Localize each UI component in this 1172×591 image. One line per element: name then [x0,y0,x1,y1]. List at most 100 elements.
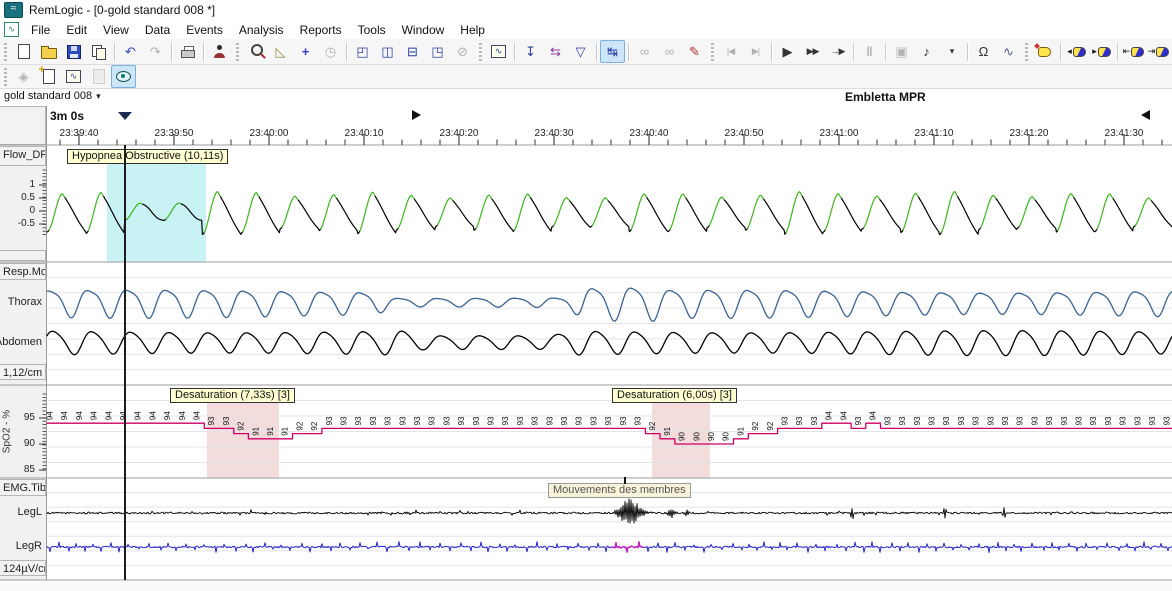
measure-tool-button[interactable]: ◺ [268,40,293,63]
play-fast-button[interactable]: ▶▶ [800,40,825,63]
crosshair-tool-icon: + [302,45,310,58]
menu-analysis[interactable]: Analysis [231,21,292,39]
print-button[interactable] [175,40,200,63]
limb-movement-marker [624,477,626,484]
montage-name: gold standard 008 [4,90,92,102]
svg-text:94: 94 [134,411,143,420]
arrow-glyph: ⇤ [1123,46,1131,57]
menu-edit[interactable]: Edit [58,21,95,39]
arrow-glyph: ⇥ [1148,46,1156,57]
svg-text:93: 93 [222,416,231,425]
analyze-mode-button[interactable]: ∞ [657,40,682,63]
menu-data[interactable]: Data [137,21,178,39]
next-event-button[interactable]: ▸ [1089,40,1114,63]
zoom-tool-button[interactable] [243,40,268,63]
svg-text:94: 94 [193,411,202,420]
redo-button[interactable]: ↷ [143,40,168,63]
first-event-button[interactable]: ⇤ [1121,40,1146,63]
window-split-horizontal-button[interactable]: ⊟ [400,40,425,63]
menu-events[interactable]: Events [178,21,231,39]
svg-text:93: 93 [398,416,407,425]
patient-info-button[interactable] [207,40,232,63]
save-icon [67,45,81,59]
new-page-button[interactable] [36,65,61,88]
new-event-button[interactable] [1032,40,1057,63]
svg-text:93: 93 [413,416,422,425]
amplitude-scale-button[interactable]: ↹ [600,40,625,63]
menu-view[interactable]: View [95,21,137,39]
filter-icon: ▽ [576,45,586,58]
calibration-signal-button[interactable]: ∿ [996,40,1021,63]
toolbar-grip[interactable] [479,43,482,61]
impedance-button[interactable]: Ω [971,40,996,63]
video-button[interactable]: ▣ [889,40,914,63]
arrow-glyph: ◂ [1067,46,1072,57]
play-to-cursor-button[interactable]: →▶ [825,40,850,63]
toolbar-grip[interactable] [1025,43,1028,61]
montage-selector[interactable]: gold standard 008▾ [4,90,101,102]
desaturation-1-label[interactable]: Desaturation (7,33s) [3] [170,388,295,403]
window-length[interactable]: 3m 0s [50,109,84,123]
open-recording-button[interactable] [36,40,61,63]
new-signal-sheet-button[interactable]: ∿ [486,40,511,63]
hypopnea-label[interactable]: Hypopnea Obstructive (10,11s) [67,149,228,164]
svg-text:23:41:10: 23:41:10 [915,128,954,139]
pause-button[interactable]: ‖ [857,40,882,63]
copy-button[interactable] [86,40,111,63]
undo-button[interactable]: ↶ [118,40,143,63]
toolbar-grip[interactable] [4,68,7,86]
filter-button[interactable]: ▽ [568,40,593,63]
app-icon: ≈ [4,2,23,18]
menu-file[interactable]: File [23,21,58,39]
insert-signal-button[interactable]: ↧ [518,40,543,63]
menu-reports[interactable]: Reports [292,21,350,39]
last-event-button[interactable]: ⇥ [1146,40,1171,63]
svg-text:93: 93 [384,416,393,425]
signal-overview-button[interactable]: ∿ [61,65,86,88]
menu-tools[interactable]: Tools [350,21,394,39]
review-mode-button[interactable]: ∞ [632,40,657,63]
svg-text:93: 93 [545,416,554,425]
audio-button[interactable]: ♪ [914,40,939,63]
desaturation-2-label[interactable]: Desaturation (6,00s) [3] [612,388,737,403]
go-last-page-button[interactable]: ▶| [743,40,768,63]
last-event-icon [1156,47,1169,57]
svg-text:93: 93 [457,416,466,425]
window-split-vertical-button[interactable]: ◫ [375,40,400,63]
toolbar-grip[interactable] [4,43,7,61]
prev-event-button[interactable]: ◂ [1064,40,1089,63]
toolbar-grip[interactable] [711,43,714,61]
window-layout-button[interactable]: ◰ [350,40,375,63]
play-button[interactable]: ▶ [775,40,800,63]
report-page-button[interactable] [86,65,111,88]
toolbar-grip[interactable] [236,43,239,61]
menu-window[interactable]: Window [394,21,453,39]
new-recording-button[interactable] [11,40,36,63]
event-pen-button[interactable]: ✎ [682,40,707,63]
menu-help[interactable]: Help [452,21,493,39]
compare-signals-button[interactable]: ⇆ [543,40,568,63]
go-first-page-button[interactable]: |◀ [718,40,743,63]
window-refresh-button[interactable]: ⊘ [450,40,475,63]
save-button[interactable] [61,40,86,63]
limb-movement-label[interactable]: Mouvements des membres [548,483,691,498]
time-cursor-handle[interactable] [118,112,132,120]
window-split-custom-button[interactable]: ◳ [425,40,450,63]
audio-options-button[interactable]: ▾ [939,40,964,63]
crosshair-tool-button[interactable]: + [293,40,318,63]
svg-text:23:41:00: 23:41:00 [820,128,859,139]
document-menu-icon[interactable]: ∿ [4,22,19,37]
signal-canvas[interactable]: 23:39:4023:39:5023:40:0023:40:1023:40:20… [0,106,1172,591]
svg-text:93: 93 [619,416,628,425]
time-tool-button[interactable]: ◷ [318,40,343,63]
device-title: Embletta MPR [845,90,926,104]
new-event-icon [1038,47,1051,57]
window-refresh-icon: ⊘ [457,45,468,58]
svg-text:93: 93 [1001,416,1010,425]
svg-text:93: 93 [1148,416,1157,425]
record-marker-button[interactable]: ◈ [11,65,36,88]
visibility-toggle-button[interactable] [111,65,136,88]
play-icon: ▶ [783,45,793,58]
time-cursor[interactable] [124,145,126,580]
prev-event-icon [1073,47,1086,57]
